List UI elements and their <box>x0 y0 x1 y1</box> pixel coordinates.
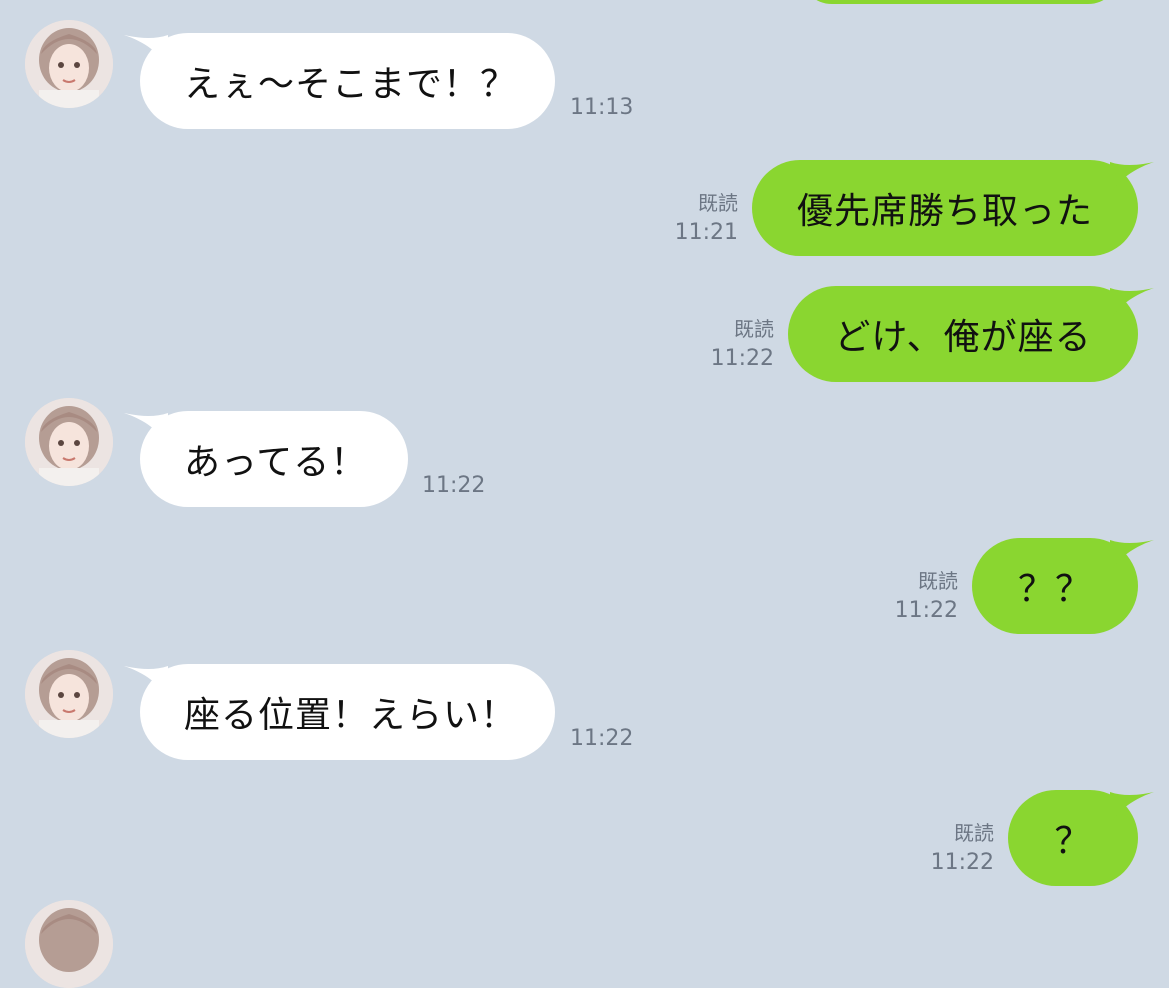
message-text: えぇ〜そこまで！？ <box>184 64 518 105</box>
chat-view[interactable]: えぇ〜そこまで！？ 11:13 既読 11:21 優先席勝ち取った 既読 11:… <box>0 0 1169 988</box>
message-row: 既読 11:22 どけ、俺が座る <box>696 286 1160 382</box>
bubble-tail-icon <box>1110 162 1154 194</box>
message-meta: 既読 11:22 <box>696 314 774 374</box>
message-time: 11:22 <box>710 346 774 371</box>
read-receipt: 既読 <box>734 317 774 341</box>
user-avatar-photo-icon <box>25 900 113 988</box>
message-bubble[interactable]: 座る位置！えらい！ <box>140 664 555 760</box>
message-time: 11:21 <box>674 220 738 245</box>
message-time: 11:22 <box>930 850 994 875</box>
message-text: 座る位置！えらい！ <box>184 695 518 736</box>
user-avatar-photo-icon <box>25 398 113 486</box>
message-text: ？ <box>1054 821 1092 862</box>
message-row: あってる！ 11:22 <box>122 411 522 507</box>
message-time: 11:13 <box>570 95 634 120</box>
message-time: 11:22 <box>422 473 486 498</box>
message-bubble[interactable]: 優先席勝ち取った <box>752 160 1138 256</box>
message-meta: 11:13 <box>570 93 633 123</box>
user-avatar-photo-icon <box>25 650 113 738</box>
message-row: 既読 11:22 ？？ <box>880 538 1160 634</box>
bubble-tail-icon <box>1110 540 1154 572</box>
read-receipt: 既読 <box>918 569 958 593</box>
message-row: 既読 11:21 優先席勝ち取った <box>660 160 1160 256</box>
read-receipt: 既読 <box>698 191 738 215</box>
message-text: どけ、俺が座る <box>834 317 1092 358</box>
avatar[interactable] <box>25 20 113 108</box>
avatar[interactable] <box>25 650 113 738</box>
avatar[interactable] <box>25 398 113 486</box>
user-avatar-photo-icon <box>25 20 113 108</box>
message-row: 座る位置！えらい！ 11:22 <box>122 664 642 760</box>
bubble-tail-icon <box>1110 792 1154 824</box>
message-meta: 11:22 <box>422 471 485 501</box>
message-meta: 既読 11:22 <box>880 566 958 626</box>
bubble-tail-icon <box>1110 288 1154 320</box>
message-time: 11:22 <box>570 726 634 751</box>
message-bubble[interactable]: えぇ〜そこまで！？ <box>140 33 555 129</box>
message-bubble[interactable]: どけ、俺が座る <box>788 286 1138 382</box>
message-row: 既読 11:22 ？ <box>916 790 1160 886</box>
avatar[interactable] <box>25 900 113 988</box>
read-receipt: 既読 <box>954 821 994 845</box>
message-meta: 11:22 <box>570 724 633 754</box>
message-meta: 既読 11:22 <box>916 818 994 878</box>
message-row: えぇ〜そこまで！？ 11:13 <box>122 33 642 129</box>
message-text: 優先席勝ち取った <box>796 191 1093 232</box>
message-meta: 既読 11:21 <box>660 188 738 248</box>
message-text: ？？ <box>1017 569 1092 610</box>
message-text: あってる！ <box>184 442 368 483</box>
message-time: 11:22 <box>894 598 958 623</box>
message-bubble[interactable]: あってる！ <box>140 411 408 507</box>
partial-outgoing-bubble <box>800 0 1120 4</box>
